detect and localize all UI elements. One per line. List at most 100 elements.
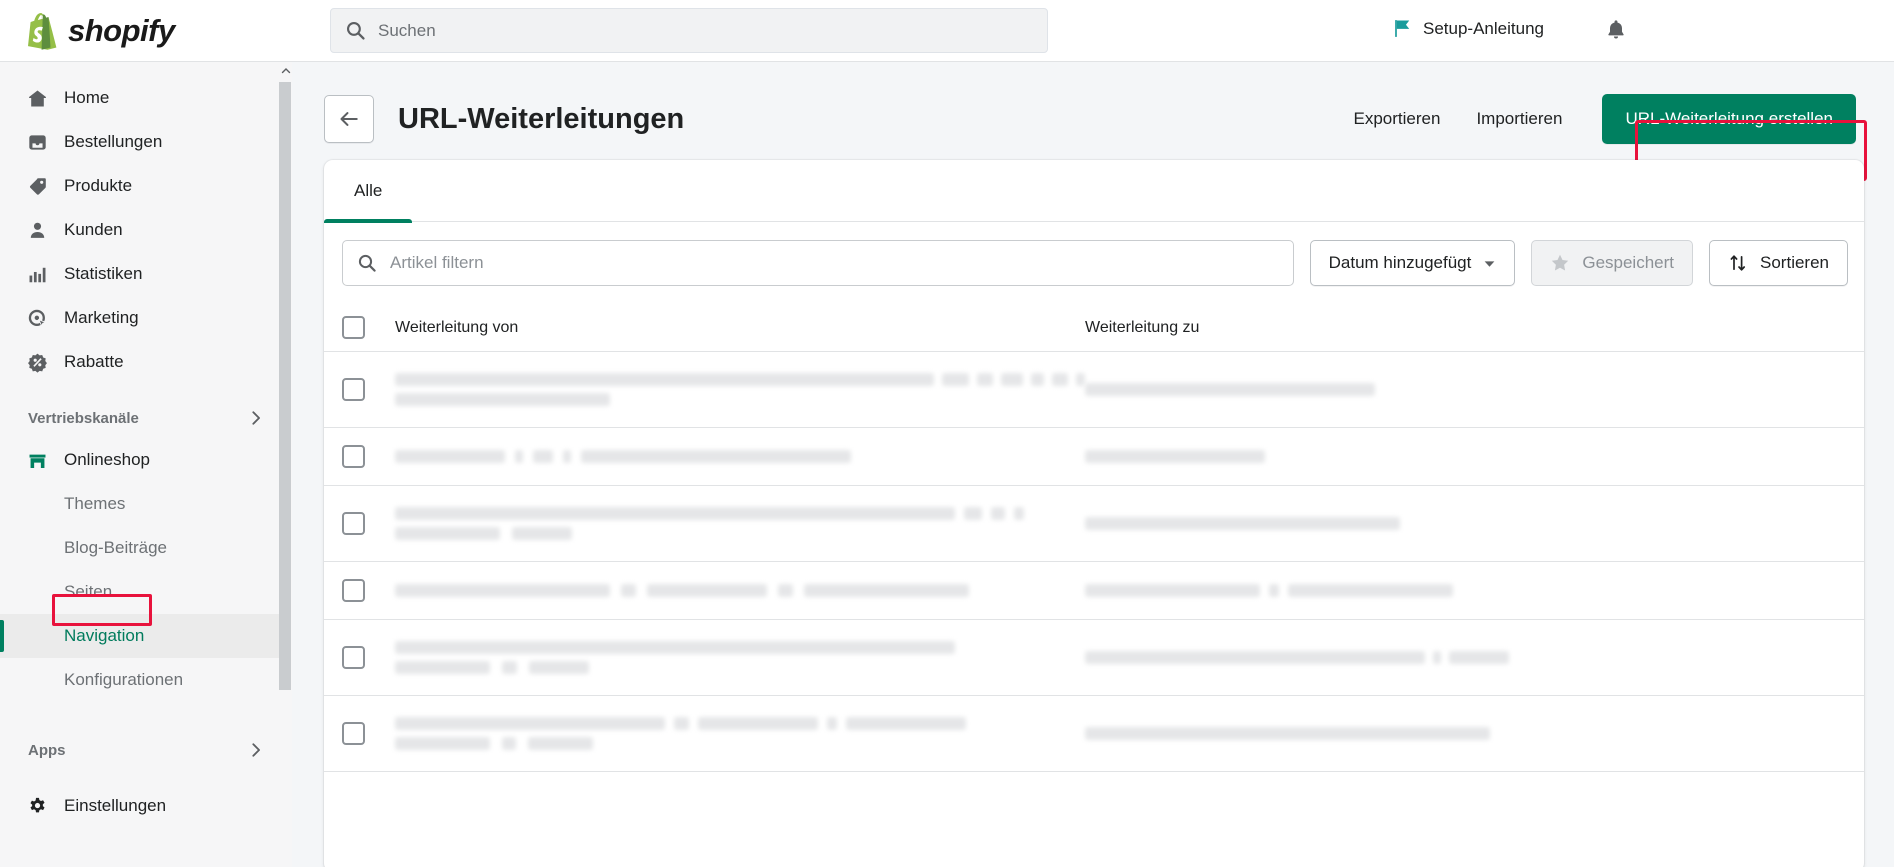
sidebar-item-kunden[interactable]: Kunden	[0, 208, 291, 252]
notifications-button[interactable]	[1604, 18, 1628, 42]
table-header-row: Weiterleitung von Weiterleitung zu	[324, 304, 1864, 352]
star-icon	[1550, 253, 1570, 273]
sidebar-item-rabatte[interactable]: Rabatte	[0, 340, 291, 384]
chevron-right-icon[interactable]	[247, 409, 265, 427]
table-row[interactable]	[324, 696, 1864, 772]
arrow-left-icon	[338, 108, 360, 130]
sidebar-item-label: Rabatte	[64, 352, 124, 371]
setup-guide-button[interactable]: Setup-Anleitung	[1392, 18, 1544, 39]
sub-item-label: Seiten	[64, 582, 113, 601]
filter-input[interactable]: Artikel filtern	[342, 240, 1294, 286]
main-content: URL-Weiterleitungen Exportieren Importie…	[292, 62, 1894, 867]
section-label: Apps	[28, 741, 66, 759]
date-added-filter-button[interactable]: Datum hinzugefügt	[1309, 240, 1516, 286]
brand-name: shopify	[68, 12, 175, 48]
redirect-from-value	[395, 450, 1085, 463]
sidebar-item-seiten[interactable]: Seiten	[0, 570, 291, 614]
customer-person-icon	[26, 219, 48, 241]
redirect-to-value	[1085, 584, 1685, 597]
sub-item-label: Blog-Beiträge	[64, 538, 168, 557]
sidebar-item-label: Produkte	[64, 176, 133, 195]
redirect-from-value	[395, 507, 1085, 540]
sidebar-item-marketing[interactable]: Marketing	[0, 296, 291, 340]
redirect-to-value	[1085, 450, 1685, 463]
sidebar-item-konfigurationen[interactable]: Konfigurationen	[0, 658, 291, 702]
row-checkbox[interactable]	[342, 646, 365, 669]
create-url-redirect-button[interactable]: URL-Weiterleitung erstellen	[1602, 94, 1856, 144]
sidebar-item-einstellungen[interactable]: Einstellungen	[0, 784, 291, 828]
caret-down-icon	[1483, 257, 1496, 270]
table-body	[324, 352, 1864, 772]
sub-item-label: Navigation	[64, 626, 145, 645]
redirect-from-value	[395, 373, 1085, 406]
table-row[interactable]	[324, 352, 1864, 428]
setup-guide-label: Setup-Anleitung	[1423, 18, 1544, 38]
sidebar-item-bestellungen[interactable]: Bestellungen	[0, 120, 291, 164]
orders-inbox-icon	[26, 131, 48, 153]
tab-label: Alle	[354, 180, 383, 200]
sidebar-item-onlineshop[interactable]: Onlineshop	[0, 438, 291, 482]
sidebar-item-label: Onlineshop	[64, 450, 151, 469]
sidebar-scrollbar-thumb[interactable]	[279, 82, 291, 690]
redirect-from-value	[395, 641, 1085, 674]
row-checkbox[interactable]	[342, 445, 365, 468]
back-button[interactable]	[324, 95, 374, 143]
sidebar-item-label: Kunden	[64, 220, 123, 239]
redirect-from-value	[395, 584, 1085, 597]
sidebar-item-navigation[interactable]: Navigation	[0, 614, 291, 658]
sidebar-item-home[interactable]: Home	[0, 76, 291, 120]
sidebar-item-produkte[interactable]: Produkte	[0, 164, 291, 208]
sidebar-item-themes[interactable]: Themes	[0, 482, 291, 526]
page-header: URL-Weiterleitungen Exportieren Importie…	[292, 86, 1894, 181]
sidebar: Home Bestellungen Produkte Kunden Statis…	[0, 62, 292, 867]
redirects-card: Alle Artikel filtern Datum hinzugefügt G…	[324, 160, 1864, 867]
page-header-actions: Exportieren Importieren URL-Weiterleitun…	[1336, 94, 1894, 144]
chevron-right-icon[interactable]	[247, 741, 265, 759]
sidebar-section-apps[interactable]: Apps	[0, 730, 291, 770]
analytics-bars-icon	[26, 263, 48, 285]
sidebar-item-label: Home	[64, 88, 110, 107]
global-search-input[interactable]: Suchen	[330, 8, 1048, 53]
sub-item-label: Themes	[64, 494, 126, 513]
marketing-target-icon	[26, 307, 48, 329]
home-icon	[26, 87, 48, 109]
table-row[interactable]	[324, 620, 1864, 696]
redirect-to-value	[1085, 727, 1685, 740]
table-row[interactable]	[324, 562, 1864, 620]
sidebar-item-label: Statistiken	[64, 264, 143, 283]
tab-alle[interactable]: Alle	[324, 160, 413, 223]
import-button[interactable]: Importieren	[1458, 99, 1580, 139]
search-icon	[345, 20, 366, 41]
select-all-checkbox[interactable]	[342, 316, 365, 339]
row-checkbox[interactable]	[342, 378, 365, 401]
sub-item-label: Konfigurationen	[64, 670, 184, 689]
redirect-to-value	[1085, 517, 1685, 530]
sidebar-section-vertriebskanaele[interactable]: Vertriebskanäle	[0, 398, 291, 438]
sort-button[interactable]: Sortieren	[1709, 240, 1848, 286]
shopify-bag-icon	[24, 12, 58, 50]
primary-nav: Home Bestellungen Produkte Kunden Statis…	[0, 62, 291, 384]
chevron-up-icon[interactable]	[280, 64, 291, 78]
top-bar: shopify Suchen Setup-Anleitung	[0, 0, 1894, 62]
sort-arrows-icon	[1728, 253, 1748, 273]
saved-filters-label: Gespeichert	[1582, 253, 1675, 272]
column-header-redirect-to: Weiterleitung zu	[1085, 318, 1200, 336]
row-checkbox[interactable]	[342, 579, 365, 602]
sidebar-item-blog-beitraege[interactable]: Blog-Beiträge	[0, 526, 291, 570]
sidebar-item-statistiken[interactable]: Statistiken	[0, 252, 291, 296]
section-label: Vertriebskanäle	[28, 409, 139, 427]
shopify-brand[interactable]: shopify	[0, 0, 292, 62]
online-store-icon	[26, 449, 48, 471]
sidebar-item-label: Einstellungen	[64, 796, 167, 815]
table-row[interactable]	[324, 486, 1864, 562]
flag-icon	[1392, 18, 1413, 39]
page-title: URL-Weiterleitungen	[398, 102, 685, 135]
row-checkbox[interactable]	[342, 722, 365, 745]
table-row[interactable]	[324, 428, 1864, 486]
filter-toolbar: Artikel filtern Datum hinzugefügt Gespei…	[324, 222, 1864, 304]
saved-filters-button[interactable]: Gespeichert	[1531, 240, 1694, 286]
row-checkbox[interactable]	[342, 512, 365, 535]
sidebar-item-label: Marketing	[64, 308, 139, 327]
gear-icon	[26, 795, 48, 817]
export-button[interactable]: Exportieren	[1336, 99, 1459, 139]
